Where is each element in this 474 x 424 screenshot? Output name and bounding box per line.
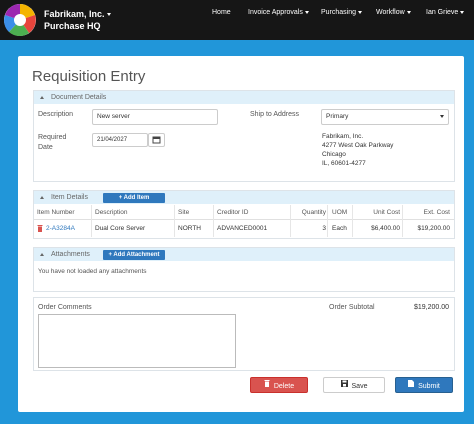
address-line-3: Chicago <box>322 151 346 158</box>
document-details-header[interactable]: Document Details <box>34 91 454 104</box>
item-site: NORTH <box>178 225 201 232</box>
nav-invoice-approvals[interactable]: Invoice Approvals <box>248 9 309 16</box>
trash-icon <box>264 378 270 394</box>
document-details-title: Document Details <box>51 94 107 101</box>
nav-home[interactable]: Home <box>212 9 231 16</box>
order-summary-panel: Order Comments Order Subtotal $19,200.00 <box>33 297 455 371</box>
address-line-2: 4277 West Oak Parkway <box>322 142 394 149</box>
nav-user-menu[interactable]: Ian Grieve <box>426 9 465 16</box>
add-attachment-button[interactable]: + Add Attachment <box>103 250 165 260</box>
table-divider <box>34 219 454 220</box>
item-ext-cost: $19,200.00 <box>417 225 450 232</box>
chevron-down-icon <box>304 10 309 14</box>
save-button[interactable]: Save <box>323 377 385 393</box>
document-details-panel: Document Details Description New server … <box>33 90 455 182</box>
document-icon <box>408 378 415 394</box>
required-date-label-2: Date <box>38 144 53 151</box>
company-switcher[interactable]: Fabrikam, Inc. <box>44 9 111 19</box>
requisition-card: Requisition Entry Document Details Descr… <box>18 56 464 412</box>
delete-label: Delete <box>273 382 295 390</box>
description-input[interactable]: New server <box>92 109 218 125</box>
item-uom: Each <box>332 225 347 232</box>
nav-workflow-label: Workflow <box>376 9 405 16</box>
item-details-panel: Item Details + Add Item Item Number Desc… <box>33 190 455 239</box>
date-picker-button[interactable] <box>148 133 165 147</box>
col-quantity: Quantity <box>301 209 326 216</box>
nav-user-label: Ian Grieve <box>426 9 459 16</box>
trash-icon[interactable] <box>37 225 43 234</box>
col-item-number: Item Number <box>37 209 75 216</box>
attachments-empty-message: You have not loaded any attachments <box>38 268 147 275</box>
required-date-input[interactable]: 21/04/2027 <box>92 133 148 147</box>
chevron-down-icon <box>440 115 444 118</box>
company-name: Fabrikam, Inc. <box>44 9 105 19</box>
chevron-down-icon <box>358 10 363 14</box>
item-description: Dual Core Server <box>95 225 146 232</box>
item-details-title: Item Details <box>51 194 88 201</box>
add-item-label: Add Item <box>123 195 150 201</box>
item-creditor-id: ADVANCED0001 <box>217 225 268 232</box>
item-number-link[interactable]: 2-A3284A <box>46 225 75 232</box>
col-ext-cost: Ext. Cost <box>423 209 450 216</box>
item-details-header[interactable]: Item Details + Add Item <box>34 191 454 204</box>
order-subtotal-label: Order Subtotal <box>329 304 375 311</box>
nav-purchasing[interactable]: Purchasing <box>321 9 363 16</box>
address-line-1: Fabrikam, Inc. <box>322 133 364 140</box>
nav-invoice-approvals-label: Invoice Approvals <box>248 9 303 16</box>
col-unit-cost: Unit Cost <box>373 209 400 216</box>
column-divider <box>352 205 353 237</box>
page-title: Requisition Entry <box>32 68 146 85</box>
column-divider <box>174 205 175 237</box>
column-divider <box>91 205 92 237</box>
calendar-icon <box>152 136 161 144</box>
col-site: Site <box>178 209 190 216</box>
nav-workflow[interactable]: Workflow <box>376 9 411 16</box>
submit-button[interactable]: Submit <box>395 377 453 393</box>
column-divider <box>290 205 291 237</box>
required-date-label: Required <box>38 134 67 141</box>
order-comments-textarea[interactable] <box>38 314 236 368</box>
add-item-button[interactable]: + Add Item <box>103 193 165 203</box>
submit-label: Submit <box>418 382 440 390</box>
collapse-caret-icon <box>40 96 44 99</box>
delete-button[interactable]: Delete <box>250 377 308 393</box>
ship-to-value: Primary <box>326 113 349 120</box>
ship-to-label: Ship to Address <box>250 111 300 118</box>
attachments-header[interactable]: Attachments + Add Attachment <box>34 248 454 261</box>
column-divider <box>327 205 328 237</box>
chevron-down-icon <box>406 10 411 14</box>
add-attachment-label: Add Attachment <box>113 252 160 258</box>
column-divider <box>213 205 214 237</box>
order-comments-label: Order Comments <box>38 304 92 311</box>
order-subtotal-value: $19,200.00 <box>413 304 449 311</box>
top-navbar: Fabrikam, Inc. Purchase HQ Home Invoice … <box>0 0 474 40</box>
collapse-caret-icon <box>40 196 44 199</box>
col-creditor-id: Creditor ID <box>217 209 249 216</box>
address-line-4: IL, 60601-4277 <box>322 160 366 167</box>
company-logo-icon[interactable] <box>3 3 37 37</box>
nav-purchasing-label: Purchasing <box>321 9 357 16</box>
col-description: Description <box>95 209 128 216</box>
item-quantity: 3 <box>322 225 326 232</box>
floppy-disk-icon <box>340 378 348 394</box>
attachments-title: Attachments <box>51 251 90 258</box>
chevron-down-icon <box>460 10 465 14</box>
ship-to-select[interactable]: Primary <box>321 109 449 125</box>
collapse-caret-icon <box>40 253 44 256</box>
save-label: Save <box>351 382 368 390</box>
item-unit-cost: $6,400.00 <box>371 225 400 232</box>
description-label: Description <box>38 111 74 118</box>
app-name: Purchase HQ <box>44 21 101 31</box>
chevron-down-icon <box>106 13 111 17</box>
column-divider <box>402 205 403 237</box>
nav-home-label: Home <box>212 9 231 16</box>
col-uom: UOM <box>332 209 348 216</box>
attachments-panel: Attachments + Add Attachment You have no… <box>33 247 455 292</box>
